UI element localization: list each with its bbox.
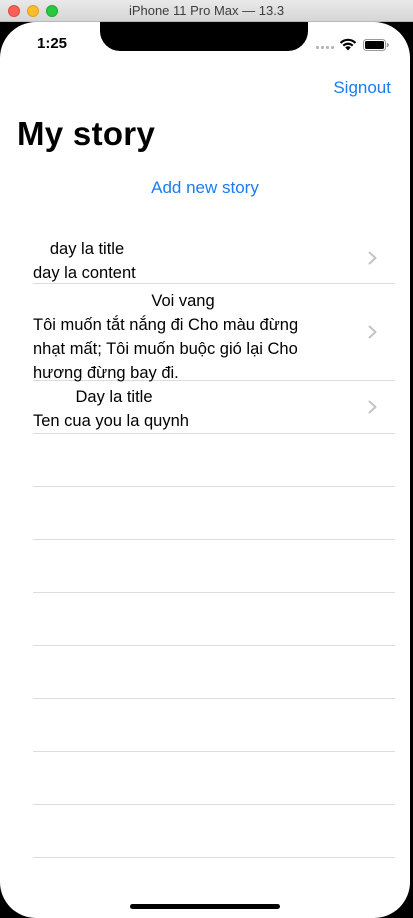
story-title: Voi vang bbox=[151, 292, 215, 310]
device-frame: 1:25 Signout My story Add new story day … bbox=[0, 22, 413, 918]
cellular-signal-icon bbox=[316, 43, 338, 49]
simulator-title-bar: iPhone 11 Pro Max — 13.3 bbox=[0, 0, 413, 22]
home-indicator[interactable] bbox=[130, 904, 280, 909]
page-title: My story bbox=[17, 115, 156, 152]
empty-table-row bbox=[33, 805, 395, 858]
app-screen: 1:25 Signout My story Add new story day … bbox=[0, 22, 410, 918]
story-title: day la title bbox=[49, 240, 125, 258]
empty-table-row bbox=[33, 752, 395, 805]
window-title: iPhone 11 Pro Max — 13.3 bbox=[128, 3, 285, 18]
empty-table-row bbox=[33, 487, 395, 540]
chevron-right-icon bbox=[368, 400, 377, 414]
story-row[interactable]: day la title day la content bbox=[33, 233, 395, 284]
story-content: Ten cua you la quynh bbox=[33, 412, 189, 430]
chevron-right-icon bbox=[368, 325, 377, 339]
empty-table-row bbox=[33, 540, 395, 593]
add-new-story-button[interactable]: Add new story bbox=[0, 178, 410, 198]
story-row[interactable]: Day la title Ten cua you la quynh bbox=[33, 381, 395, 434]
story-content: Tôi muốn tắt nắng đi Cho màu đừng nhạt m… bbox=[33, 316, 299, 382]
story-content: day la content bbox=[33, 264, 136, 282]
empty-table-row bbox=[33, 646, 395, 699]
empty-table-row bbox=[33, 593, 395, 646]
device-notch bbox=[100, 22, 308, 51]
signout-button[interactable]: Signout bbox=[333, 78, 391, 98]
battery-icon bbox=[363, 39, 389, 51]
empty-table-row bbox=[33, 434, 395, 487]
story-title: Day la title bbox=[75, 388, 153, 406]
story-row[interactable]: Voi vang Tôi muốn tắt nắng đi Cho màu đừ… bbox=[33, 284, 395, 382]
status-time: 1:25 bbox=[37, 35, 68, 52]
empty-table-row bbox=[33, 699, 395, 752]
chevron-right-icon bbox=[368, 251, 377, 265]
wifi-icon bbox=[339, 38, 357, 51]
story-table: day la title day la content Voi vang Tôi… bbox=[33, 233, 395, 858]
